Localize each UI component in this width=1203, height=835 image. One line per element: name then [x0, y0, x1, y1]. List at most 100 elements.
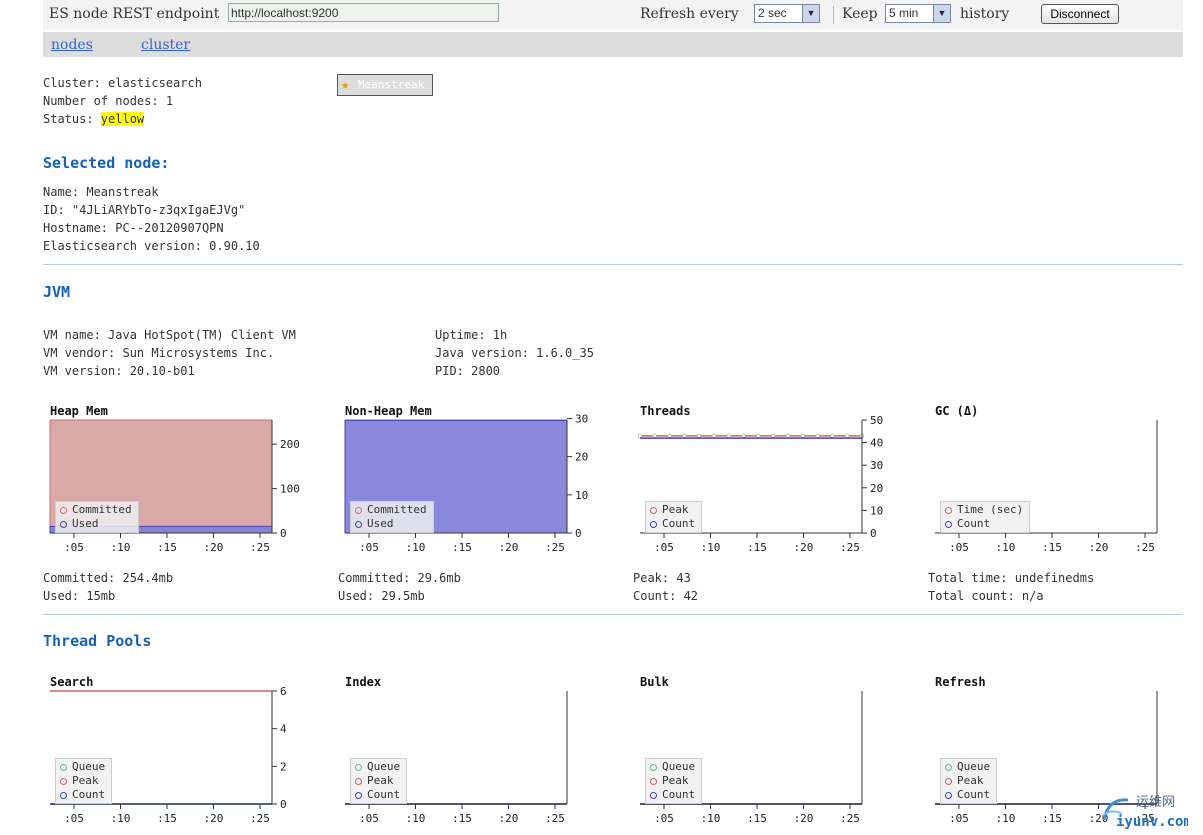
legend-item[interactable]: Used	[60, 517, 132, 531]
legend-item[interactable]: Queue	[650, 760, 695, 774]
legend-swatch-icon	[945, 763, 952, 771]
chart-stat: Used: 15mb	[43, 589, 116, 603]
section-divider	[43, 264, 1183, 265]
data-point	[652, 433, 657, 439]
y-tick-label: 40	[870, 437, 883, 450]
refresh-interval-select[interactable]: 2 sec ▼	[754, 4, 820, 23]
legend-item[interactable]: Peak	[650, 774, 695, 788]
node-name: Name: Meanstreak	[43, 185, 159, 199]
node-count: Number of nodes: 1	[43, 94, 174, 108]
data-point	[667, 433, 672, 439]
legend-item[interactable]: Count	[355, 788, 400, 802]
y-tick-label: 2	[280, 760, 287, 773]
selected-node-heading: Selected node:	[43, 154, 170, 172]
legend-swatch-icon	[945, 520, 952, 528]
legend-item[interactable]: Queue	[945, 760, 990, 774]
chart-title: Threads	[640, 404, 691, 418]
legend-item[interactable]: Committed	[60, 503, 132, 517]
chart-legend: Queue Peak Count	[55, 758, 113, 804]
nav-bar: nodes cluster	[43, 32, 1183, 57]
x-tick-label: :15	[747, 812, 767, 825]
disconnect-button[interactable]: Disconnect	[1041, 4, 1119, 24]
x-tick-label: :05	[64, 812, 84, 825]
x-tick-label: :10	[996, 541, 1016, 554]
legend-label: Count	[662, 517, 696, 530]
x-tick-label: :20	[499, 541, 519, 554]
chart-title: Index	[345, 675, 382, 689]
legend-label: Count	[957, 517, 991, 530]
legend-label: Peak	[957, 774, 984, 787]
chart-title: Search	[50, 675, 94, 689]
y-tick-label: 200	[280, 438, 300, 451]
heap-chart: :05:10:15:20:25 0 100 200	[49, 419, 300, 554]
chart-title: Non-Heap Mem	[345, 404, 432, 418]
x-tick-label: :15	[1042, 541, 1062, 554]
legend-item[interactable]: Committed	[355, 503, 427, 517]
cluster-name: Cluster: elasticsearch	[43, 76, 202, 90]
y-tick-label: 100	[280, 483, 300, 496]
legend-swatch-icon	[650, 520, 657, 528]
watermark-domain: iyunv.com	[1116, 814, 1188, 830]
x-tick-label: :25	[840, 541, 860, 554]
chart-stat: Peak: 43	[633, 571, 691, 585]
legend-swatch-icon	[945, 791, 952, 799]
y-tick-label: 20	[870, 482, 883, 495]
x-tick-label: :15	[747, 541, 767, 554]
y-tick-label: 30	[575, 412, 588, 425]
legend-item[interactable]: Count	[945, 788, 990, 802]
legend-swatch-icon	[355, 777, 362, 785]
x-tick-label: :05	[64, 541, 84, 554]
legend-item[interactable]: Queue	[60, 760, 105, 774]
chevron-down-icon[interactable]: ▼	[933, 5, 950, 22]
x-tick-label: :05	[949, 541, 969, 554]
legend-swatch-icon	[650, 763, 657, 771]
legend-label: Count	[662, 788, 696, 801]
chart-legend: Time (sec) Count	[940, 501, 1031, 533]
legend-item[interactable]: Count	[650, 517, 695, 531]
y-tick-label: 6	[280, 685, 287, 698]
legend-item[interactable]: Peak	[60, 774, 105, 788]
nav-link-cluster[interactable]: cluster	[141, 37, 190, 53]
status-label: Status:	[43, 112, 101, 126]
legend-item[interactable]: Count	[650, 788, 695, 802]
x-tick-label: :10	[701, 541, 721, 554]
legend-swatch-icon	[355, 763, 362, 771]
x-tick-label: :25	[545, 812, 565, 825]
vm-vendor: VM vendor: Sun Microsystems Inc.	[43, 346, 275, 360]
legend-item[interactable]: Queue	[355, 760, 400, 774]
x-tick-label: :10	[701, 812, 721, 825]
history-length-select[interactable]: 5 min ▼	[885, 4, 951, 23]
chart-title: Refresh	[935, 675, 986, 689]
legend-item[interactable]: Count	[945, 517, 1023, 531]
data-point	[800, 433, 805, 439]
data-point	[637, 433, 643, 439]
y-tick-label: 20	[575, 451, 588, 464]
x-tick-label: :05	[949, 812, 969, 825]
data-point	[770, 433, 776, 439]
legend-swatch-icon	[650, 506, 657, 514]
data-point	[844, 433, 850, 439]
legend-item[interactable]: Time (sec)	[945, 503, 1023, 517]
legend-label: Queue	[367, 760, 401, 773]
history-length-value: 5 min	[889, 6, 919, 20]
x-tick-label: :10	[406, 541, 426, 554]
x-tick-label: :15	[157, 541, 177, 554]
chevron-down-icon[interactable]: ▼	[802, 5, 819, 22]
threads-chart: :05:10:15:20:25 0 10 20 30 40 50	[637, 414, 883, 554]
master-star-icon: ★	[341, 77, 350, 93]
data-point	[756, 433, 761, 439]
nav-link-nodes[interactable]: nodes	[51, 37, 93, 53]
legend-item[interactable]: Peak	[650, 503, 695, 517]
legend-label: Queue	[957, 760, 991, 773]
node-badge-label: Meanstreak	[358, 78, 425, 91]
endpoint-input[interactable]: http://localhost:9200	[228, 3, 499, 22]
legend-item[interactable]: Used	[355, 517, 427, 531]
node-badge-button[interactable]: ★ Meanstreak	[337, 74, 433, 96]
legend-swatch-icon	[650, 777, 657, 785]
legend-item[interactable]: Count	[60, 788, 105, 802]
x-tick-label: :20	[499, 812, 519, 825]
legend-item[interactable]: Peak	[355, 774, 400, 788]
data-point	[696, 433, 702, 439]
x-tick-label: :10	[996, 812, 1016, 825]
legend-item[interactable]: Peak	[945, 774, 990, 788]
